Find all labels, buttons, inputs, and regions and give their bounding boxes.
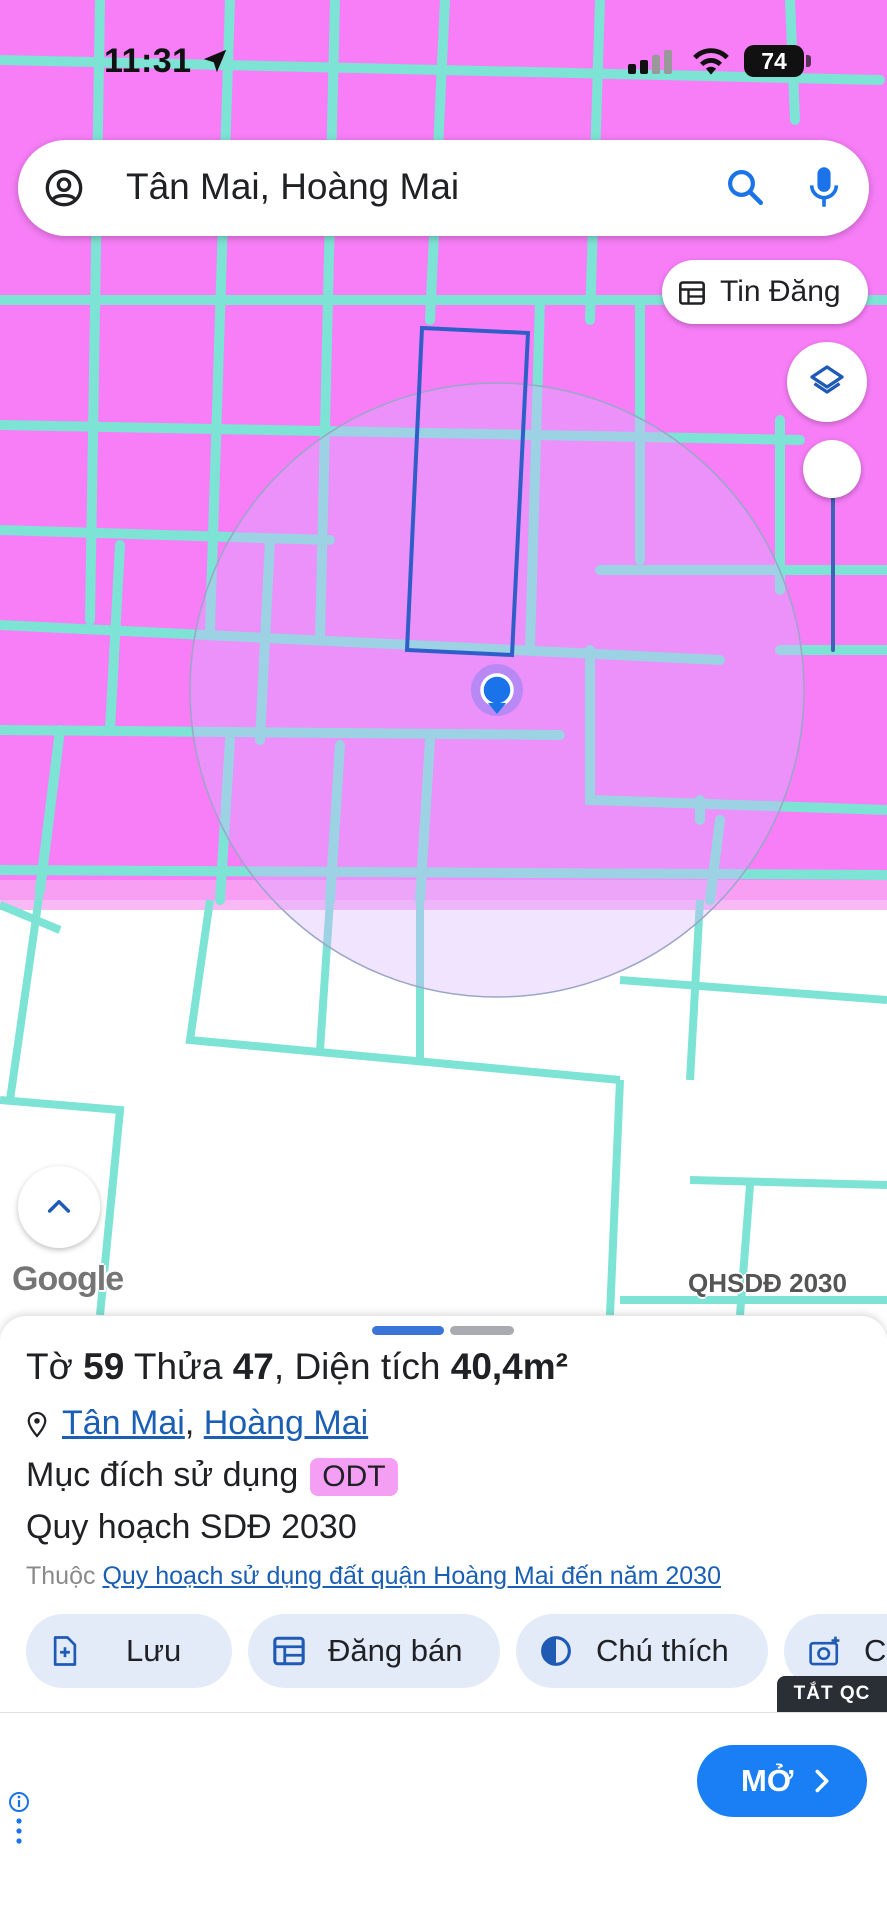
ad-open-label: MỞ <box>741 1763 794 1798</box>
sheet-number: 59 <box>83 1346 125 1387</box>
plan-title: Quy hoạch SDĐ 2030 <box>26 1508 357 1546</box>
sheet-handle-active[interactable] <box>372 1326 444 1335</box>
ad-info-icon[interactable] <box>8 1791 30 1849</box>
plan-document-link[interactable]: Quy hoạch sử dụng đất quận Hoàng Mai đến… <box>102 1562 721 1590</box>
save-button[interactable]: Lưu <box>26 1614 232 1688</box>
parcel-info-sheet[interactable]: Tờ 59 Thửa 47, Diện tích 40,4m² Tân Mai,… <box>0 1316 887 1712</box>
mic-icon[interactable] <box>804 164 844 210</box>
status-time: 11:31 <box>104 42 192 80</box>
chevron-right-icon <box>815 1769 829 1793</box>
tin-dang-button[interactable]: Tin Đăng <box>662 260 868 324</box>
add-document-icon <box>53 1636 77 1666</box>
layers-button[interactable] <box>787 342 867 422</box>
opacity-slider-handle[interactable] <box>803 440 861 498</box>
belongs-row: Thuộc Quy hoạch sử dụng đất quận Hoàng M… <box>26 1562 721 1590</box>
parcel-title: Tờ 59 Thửa 47, Diện tích 40,4m² <box>26 1346 568 1387</box>
legend-button[interactable]: Chú thích <box>516 1614 768 1688</box>
purpose-code-badge: ODT <box>310 1458 398 1496</box>
signal-icon <box>628 50 672 74</box>
chevron-up-icon <box>47 1199 71 1213</box>
location-arrow-icon <box>203 49 227 73</box>
post-sale-button[interactable]: Đăng bán <box>248 1614 500 1688</box>
expand-up-button[interactable] <box>18 1166 100 1248</box>
pin-icon <box>27 1411 47 1438</box>
search-icon[interactable] <box>724 166 766 208</box>
status-bar: 11:31 74 <box>0 0 887 120</box>
save-label: Lưu <box>126 1633 182 1668</box>
legend-label: Chú thích <box>596 1633 729 1668</box>
post-sale-label: Đăng bán <box>328 1633 463 1668</box>
area-value: 40,4m² <box>450 1346 568 1387</box>
map-view[interactable]: 11:31 74 Tân Mai, Hoàng Mai Tin Đăng Goo… <box>0 0 887 1315</box>
contrast-icon <box>541 1636 571 1666</box>
photo-label: C <box>864 1633 887 1668</box>
search-input[interactable]: Tân Mai, Hoàng Mai <box>126 166 459 208</box>
battery-cap <box>806 55 811 67</box>
account-icon[interactable] <box>44 168 84 208</box>
ad-banner[interactable]: MỞ <box>0 1712 887 1852</box>
location-row: Tân Mai, Hoàng Mai <box>26 1404 368 1443</box>
purpose-row: Mục đích sử dụng ODT <box>26 1456 398 1496</box>
tin-dang-label: Tin Đăng <box>720 275 841 308</box>
google-logo: Google <box>12 1260 124 1298</box>
district-link[interactable]: Hoàng Mai <box>204 1404 368 1442</box>
sheet-handle-inactive[interactable] <box>450 1326 514 1335</box>
ward-link[interactable]: Tân Mai <box>62 1404 185 1442</box>
plan-layer-label: QHSDĐ 2030 <box>688 1268 847 1298</box>
bottom-area <box>0 1852 887 1920</box>
close-ad-button[interactable]: TẮT QC <box>777 1676 887 1712</box>
layers-icon <box>810 365 844 394</box>
calendar-table-icon <box>273 1636 305 1666</box>
lot-number: 47 <box>232 1346 274 1387</box>
wifi-icon <box>693 48 729 75</box>
search-bar[interactable]: Tân Mai, Hoàng Mai <box>18 140 869 236</box>
camera-add-icon <box>809 1636 840 1666</box>
location-dot <box>480 673 514 707</box>
listing-icon <box>679 281 705 305</box>
purpose-label: Mục đích sử dụng <box>26 1456 299 1494</box>
battery-indicator: 74 <box>744 45 804 77</box>
ad-open-button[interactable]: MỞ <box>697 1745 867 1817</box>
